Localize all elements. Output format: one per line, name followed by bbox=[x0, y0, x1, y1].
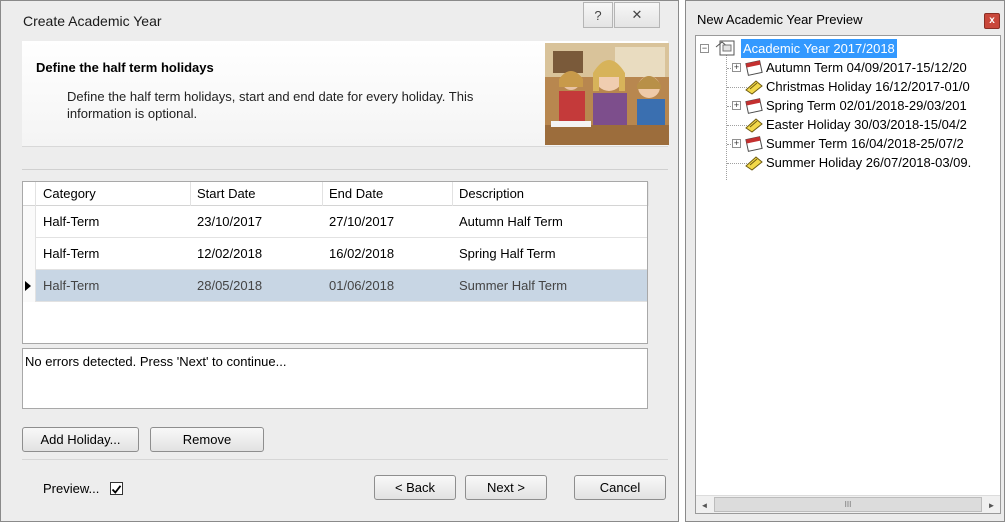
scroll-right-icon[interactable]: ► bbox=[983, 496, 1000, 513]
cell-category[interactable]: Half-Term bbox=[37, 270, 191, 302]
status-message: No errors detected. Press 'Next' to cont… bbox=[25, 354, 287, 369]
close-icon: ✕ bbox=[631, 7, 643, 22]
help-icon: ? bbox=[594, 7, 602, 23]
separator bbox=[22, 459, 668, 460]
cell-description[interactable]: Autumn Half Term bbox=[453, 206, 647, 238]
grip-icon: III bbox=[844, 500, 852, 509]
horizontal-scrollbar[interactable]: ◄ III ► bbox=[696, 495, 1000, 513]
holiday-icon bbox=[745, 118, 763, 133]
column-header-end-date[interactable]: End Date bbox=[323, 182, 453, 206]
cell-description[interactable]: Spring Half Term bbox=[453, 238, 647, 270]
column-header-category[interactable]: Category bbox=[37, 182, 191, 206]
tree-root-label[interactable]: Academic Year 2017/2018 bbox=[741, 39, 897, 58]
row-header-corner bbox=[23, 182, 36, 206]
step-title: Define the half term holidays bbox=[36, 60, 214, 75]
cancel-button[interactable]: Cancel bbox=[574, 475, 666, 500]
panel-close-button[interactable]: x bbox=[984, 13, 1000, 29]
preview-label: Preview... bbox=[43, 481, 100, 496]
step-description: Define the half term holidays, start and… bbox=[67, 89, 474, 121]
scrollbar-thumb[interactable]: III bbox=[714, 497, 982, 512]
add-holiday-button[interactable]: Add Holiday... bbox=[22, 427, 139, 452]
panel-title: New Academic Year Preview bbox=[697, 12, 863, 27]
preview-checkbox[interactable] bbox=[110, 482, 123, 495]
dialog-titlebar: Create Academic Year ? ✕ bbox=[1, 1, 678, 41]
help-button[interactable]: ? bbox=[583, 2, 613, 28]
checkmark-icon bbox=[111, 485, 122, 494]
wizard-header: Define the half term holidays Define the… bbox=[22, 41, 669, 147]
holiday-icon bbox=[745, 156, 763, 171]
remove-button[interactable]: Remove bbox=[150, 427, 264, 452]
tree-item-label[interactable]: Autumn Term 04/09/2017-15/12/20 bbox=[766, 58, 967, 77]
grid-header: Category Start Date End Date Description bbox=[23, 182, 649, 206]
table-row[interactable]: Half-Term 12/02/2018 16/02/2018 Spring H… bbox=[23, 238, 647, 270]
cell-description[interactable]: Summer Half Term bbox=[453, 270, 647, 302]
academic-year-icon bbox=[715, 40, 735, 56]
row-header[interactable] bbox=[23, 270, 36, 302]
holidays-grid[interactable]: Category Start Date End Date Description… bbox=[22, 181, 649, 344]
current-row-indicator-icon bbox=[25, 281, 31, 291]
cell-end-date[interactable]: 01/06/2018 bbox=[323, 270, 453, 302]
tree-item-label[interactable]: Summer Holiday 26/07/2018-03/09. bbox=[766, 153, 971, 172]
separator bbox=[22, 169, 668, 170]
expand-icon[interactable]: + bbox=[732, 139, 741, 148]
column-header-start-date[interactable]: Start Date bbox=[191, 182, 323, 206]
dialog-title: Create Academic Year bbox=[23, 13, 162, 29]
create-academic-year-dialog: Create Academic Year ? ✕ Define the half… bbox=[0, 0, 679, 522]
row-header[interactable] bbox=[23, 238, 36, 270]
cell-category[interactable]: Half-Term bbox=[37, 206, 191, 238]
tree-item-label[interactable]: Summer Term 16/04/2018-25/07/2 bbox=[766, 134, 964, 153]
calendar-icon bbox=[745, 60, 763, 76]
cell-start-date[interactable]: 28/05/2018 bbox=[191, 270, 323, 302]
collapse-icon[interactable]: − bbox=[700, 44, 709, 53]
column-header-description[interactable]: Description bbox=[453, 182, 649, 206]
tree-item-label[interactable]: Easter Holiday 30/03/2018-15/04/2 bbox=[766, 115, 967, 134]
table-row[interactable]: Half-Term 23/10/2017 27/10/2017 Autumn H… bbox=[23, 206, 647, 238]
cell-end-date[interactable]: 16/02/2018 bbox=[323, 238, 453, 270]
back-button[interactable]: < Back bbox=[374, 475, 456, 500]
classroom-photo bbox=[545, 43, 669, 145]
row-header[interactable] bbox=[23, 206, 36, 238]
next-button[interactable]: Next > bbox=[465, 475, 547, 500]
close-button[interactable]: ✕ bbox=[614, 2, 660, 28]
cell-start-date[interactable]: 23/10/2017 bbox=[191, 206, 323, 238]
calendar-icon bbox=[745, 136, 763, 152]
cell-start-date[interactable]: 12/02/2018 bbox=[191, 238, 323, 270]
holiday-icon bbox=[745, 80, 763, 95]
expand-icon[interactable]: + bbox=[732, 63, 741, 72]
academic-year-preview-panel: New Academic Year Preview x − Academic Y… bbox=[685, 0, 1005, 522]
expand-icon[interactable]: + bbox=[732, 101, 741, 110]
table-row-selected[interactable]: Half-Term 28/05/2018 01/06/2018 Summer H… bbox=[23, 270, 647, 302]
close-icon: x bbox=[989, 15, 995, 26]
validation-status-box: No errors detected. Press 'Next' to cont… bbox=[22, 348, 648, 409]
cell-category[interactable]: Half-Term bbox=[37, 238, 191, 270]
tree-item-label[interactable]: Christmas Holiday 16/12/2017-01/0 bbox=[766, 77, 970, 96]
academic-year-tree[interactable]: − Academic Year 2017/2018 + Autumn Term … bbox=[695, 35, 1001, 514]
cell-end-date[interactable]: 27/10/2017 bbox=[323, 206, 453, 238]
tree-connector bbox=[726, 54, 727, 180]
tree-item-label[interactable]: Spring Term 02/01/2018-29/03/201 bbox=[766, 96, 967, 115]
scroll-left-icon[interactable]: ◄ bbox=[696, 496, 713, 513]
calendar-icon bbox=[745, 98, 763, 114]
